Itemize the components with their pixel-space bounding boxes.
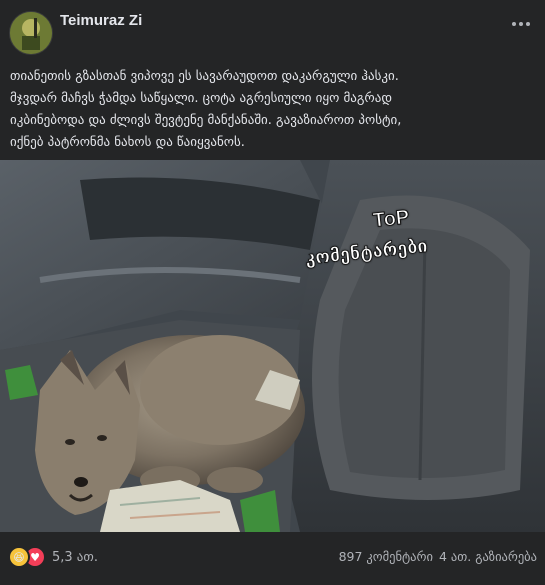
avatar-image xyxy=(10,12,52,54)
author-avatar[interactable] xyxy=(9,11,53,55)
engagement-stats: 897 კომენტარი 4 ათ. გაზიარება xyxy=(339,549,537,564)
sticker-line-1: ToP xyxy=(371,206,411,233)
dot xyxy=(526,22,530,26)
more-options-icon[interactable] xyxy=(507,14,535,34)
top-comments-sticker: ToP კომენტარები xyxy=(303,206,475,278)
author-name[interactable]: Teimuraz Zi xyxy=(60,12,142,29)
post-text-line: იკბინებოდა და ძლივს შევტენე მანქანაში. გ… xyxy=(10,113,402,128)
post-text-line: მჯვდარ მაჩვს ჭამდა საწყალი. ცოტა აგრესიუ… xyxy=(10,91,392,106)
post-text: თიანეთის გზასთან ვიპოვე ეს სავარაუდოთ და… xyxy=(10,66,535,154)
haha-icon: 😆 xyxy=(8,546,30,568)
sticker-line-2: კომენტარები xyxy=(304,235,429,270)
post-card: Teimuraz Zi თიანეთის გზასთან ვიპოვე ეს ს… xyxy=(0,0,545,585)
comments-count-link[interactable]: 897 კომენტარი xyxy=(339,549,433,564)
post-text-line: იქნებ პატრონმა ნახოს და წაიყვანოს. xyxy=(10,135,245,150)
shares-count-link[interactable]: 4 ათ. გაზიარება xyxy=(439,549,537,564)
reactions-summary[interactable]: 😆 ♥ 5,3 ათ. xyxy=(8,545,98,569)
dot xyxy=(512,22,516,26)
post-footer: 😆 ♥ 5,3 ათ. 897 კომენტარი 4 ათ. გაზიარებ… xyxy=(0,532,545,585)
reaction-count: 5,3 ათ. xyxy=(52,549,98,565)
post-text-line: თიანეთის გზასთან ვიპოვე ეს სავარაუდოთ და… xyxy=(10,69,399,84)
post-header: Teimuraz Zi xyxy=(0,0,545,60)
dot xyxy=(519,22,523,26)
